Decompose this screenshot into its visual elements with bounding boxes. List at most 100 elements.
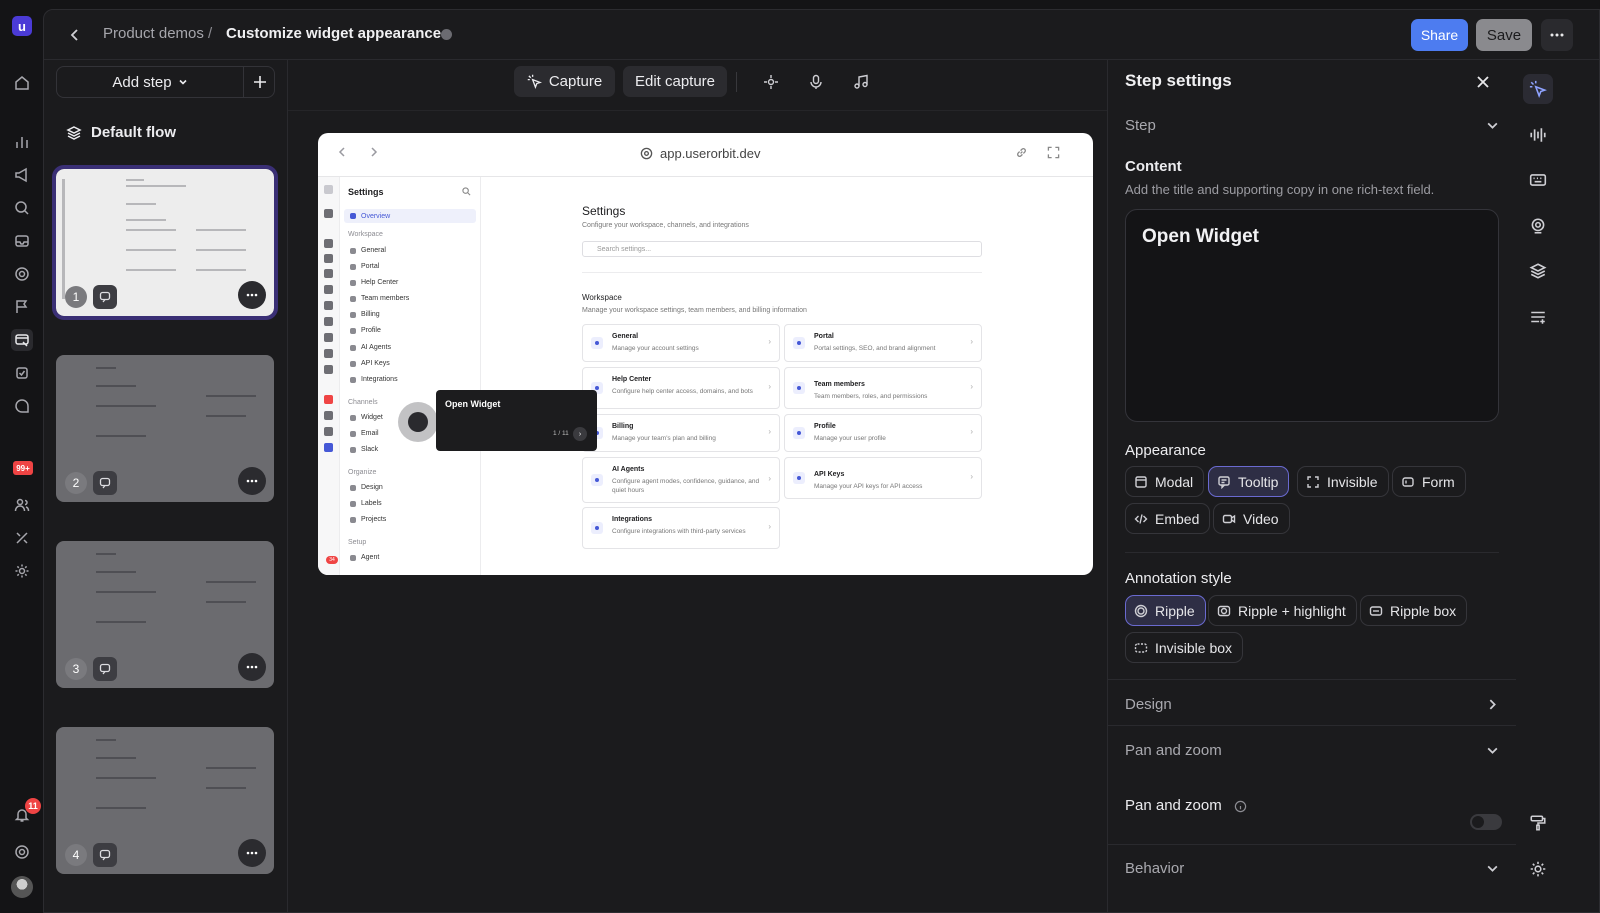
preview-section-channels: Channels [348, 399, 378, 406]
step-more-button[interactable] [238, 467, 266, 495]
paint-roller-icon[interactable] [1523, 808, 1553, 838]
megaphone-icon[interactable] [11, 164, 33, 186]
chip-label: Invisible [1327, 473, 1378, 490]
chip-label: Ripple + highlight [1238, 602, 1346, 619]
content-hint: Add the title and supporting copy in one… [1125, 182, 1435, 197]
search-chat-icon[interactable] [11, 197, 33, 219]
product-tours-icon[interactable] [11, 329, 33, 351]
settings-gear-icon[interactable] [1523, 854, 1553, 884]
preview-card-desc: Manage your team's plan and billing [612, 435, 716, 442]
annotation-style-label: Annotation style [1125, 570, 1232, 587]
comment-icon[interactable] [93, 843, 117, 867]
annotation-invisible-box-chip[interactable]: Invisible box [1125, 632, 1244, 663]
close-icon[interactable] [1471, 70, 1495, 94]
help-ring-icon[interactable] [11, 263, 33, 285]
step-thumbnail-4[interactable]: 4 [56, 727, 274, 874]
focus-target-icon[interactable] [759, 70, 783, 94]
section-pan-zoom-toggle[interactable]: Pan and zoom [1125, 742, 1499, 759]
appearance-tooltip-chip[interactable]: Tooltip [1208, 466, 1290, 497]
preview-nav-item: Slack [350, 446, 378, 453]
preview-nav-item: Portal [350, 263, 379, 270]
microphone-icon[interactable] [804, 70, 828, 94]
comment-icon[interactable] [93, 657, 117, 681]
info-icon[interactable] [1234, 800, 1247, 813]
preview-card-chevron-icon: › [768, 427, 771, 436]
annotation-ripple-highlight-chip[interactable]: Ripple + highlight [1208, 595, 1357, 626]
video-icon [1222, 512, 1236, 526]
section-behavior-toggle[interactable]: Behavior [1125, 860, 1499, 877]
flag-icon[interactable] [11, 296, 33, 318]
browser-url: app.userorbit.dev [640, 146, 760, 161]
step-thumbnail-2[interactable]: 2 [56, 355, 274, 502]
appearance-form-chip[interactable]: Form [1392, 466, 1466, 497]
preview-nav-item: Design [350, 484, 383, 491]
section-design-toggle[interactable]: Design [1125, 696, 1499, 713]
step-more-button[interactable] [238, 839, 266, 867]
inbox-icon[interactable] [11, 230, 33, 252]
browser-back-icon[interactable] [336, 146, 348, 158]
ellipsis-icon [246, 293, 258, 297]
breadcrumb-separator: / [208, 25, 213, 42]
capture-button[interactable]: Capture [514, 66, 615, 97]
user-avatar[interactable] [11, 876, 33, 898]
annotation-ripple-box-chip[interactable]: Ripple box [1360, 595, 1468, 626]
content-label: Content [1125, 158, 1182, 175]
annotation-ripple-chip[interactable]: Ripple [1125, 595, 1206, 626]
comment-icon[interactable] [93, 285, 117, 309]
appearance-modal-chip[interactable]: Modal [1125, 466, 1205, 497]
browser-forward-icon[interactable] [368, 146, 380, 158]
add-step-button[interactable]: Add step [57, 67, 244, 97]
chat-icon[interactable] [11, 395, 33, 417]
step-thumbnail-3[interactable]: 3 [56, 541, 274, 688]
appearance-invisible-chip[interactable]: Invisible [1297, 466, 1389, 497]
preview-card-icon [591, 337, 603, 349]
settings-gear-icon[interactable] [11, 560, 33, 582]
app-logo[interactable]: u [12, 16, 32, 36]
users-icon[interactable] [11, 494, 33, 516]
analytics-icon[interactable] [11, 131, 33, 153]
pan-zoom-toggle[interactable] [1470, 814, 1502, 830]
preview-megaphone-icon [324, 254, 333, 263]
checklist-icon[interactable] [11, 362, 33, 384]
preview-nav-item: Widget [350, 414, 383, 421]
preview-card-desc: Team members, roles, and permissions [814, 393, 928, 400]
preview-section-setup: Setup [348, 539, 367, 546]
share-button[interactable]: Share [1411, 19, 1468, 51]
preview-card-chevron-icon: › [970, 337, 973, 346]
breadcrumb-parent[interactable]: Product demos [103, 25, 204, 42]
add-step-control: Add step [56, 66, 275, 98]
back-chevron-icon[interactable] [64, 24, 86, 46]
music-note-icon[interactable] [849, 70, 873, 94]
section-step-toggle[interactable]: Step [1125, 117, 1499, 134]
flow-title[interactable]: Default flow [66, 124, 176, 141]
ellipsis-icon [1550, 33, 1564, 37]
chip-label: Tooltip [1238, 473, 1279, 490]
content-editor[interactable]: Open Widget [1125, 209, 1499, 422]
audio-waveform-icon[interactable] [1523, 120, 1553, 150]
keyboard-icon[interactable] [1523, 165, 1553, 195]
step-more-button[interactable] [238, 281, 266, 309]
step-thumbnail-1[interactable]: 1 [52, 165, 278, 320]
layers-icon[interactable] [1523, 256, 1553, 286]
appearance-video-chip[interactable]: Video [1213, 503, 1290, 534]
chevron-down-icon [1487, 747, 1498, 754]
design-tools-icon[interactable] [11, 527, 33, 549]
home-icon[interactable] [11, 72, 33, 94]
help-icon[interactable] [11, 841, 33, 863]
comment-icon[interactable] [93, 471, 117, 495]
preview-card-desc: Portal settings, SEO, and brand alignmen… [814, 345, 936, 352]
step-more-button[interactable] [238, 653, 266, 681]
capture-preview[interactable]: app.userorbit.dev 34 Settings Overview W… [318, 133, 1093, 575]
more-options-button[interactable] [1541, 19, 1573, 51]
link-icon[interactable] [1015, 146, 1028, 159]
add-list-icon[interactable] [1523, 302, 1553, 332]
cursor-click-icon[interactable] [1523, 74, 1553, 104]
add-step-plus-button[interactable] [245, 67, 275, 97]
fullscreen-icon[interactable] [1047, 146, 1060, 159]
preview-icon-rail: 34 [318, 177, 340, 575]
webcam-icon[interactable] [1523, 211, 1553, 241]
section-pan-zoom-label: Pan and zoom [1125, 742, 1222, 759]
edit-capture-button[interactable]: Edit capture [623, 66, 727, 97]
appearance-embed-chip[interactable]: Embed [1125, 503, 1211, 534]
save-button[interactable]: Save [1476, 19, 1532, 51]
